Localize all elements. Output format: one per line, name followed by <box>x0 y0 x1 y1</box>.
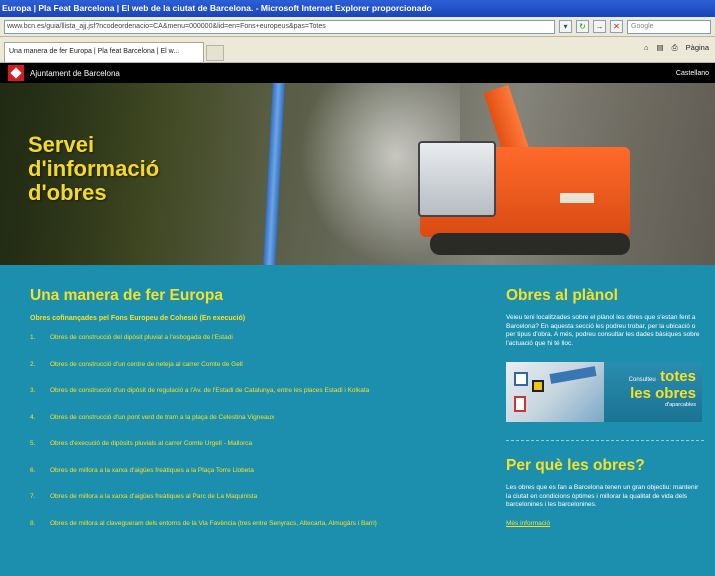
stop-icon[interactable]: ✕ <box>610 20 623 33</box>
command-bar: ⌂ ▤ ⎙ Pàgina <box>644 43 709 53</box>
sign-shape <box>514 372 528 386</box>
list-item[interactable]: 8. Obres de millora al clavegueram dels e… <box>30 519 470 546</box>
content-area: Una manera de fer Europa Obres cofinança… <box>0 265 715 576</box>
item-link[interactable]: Obres d'execució de dipòsits pluvials al… <box>50 439 470 466</box>
sidebar: Obres al plànol Veieu teni localitzades … <box>506 287 704 527</box>
divider <box>506 440 704 441</box>
item-number: 4. <box>30 413 36 421</box>
item-link[interactable]: Obres de millora a la xarxa d'aigües fre… <box>50 492 470 519</box>
search-input[interactable]: Google <box>627 19 711 34</box>
home-icon[interactable]: ⌂ <box>644 43 649 53</box>
map-description: Veieu teni localitzades sobre el plànol … <box>506 314 700 347</box>
feeds-icon[interactable]: ▤ <box>657 43 664 53</box>
why-description: Les obres que es fan a Barcelona tenen u… <box>506 484 699 508</box>
list-item[interactable]: 6. Obres de millora a la xarxa d'aigües f… <box>30 466 470 493</box>
excavator-tracks <box>430 233 630 255</box>
item-number: 5. <box>30 440 36 447</box>
list-item[interactable]: 4. Obres de construcció d'un pont verd de… <box>30 413 470 440</box>
item-link[interactable]: Obres de construcció d'un pont verd de t… <box>50 413 470 440</box>
site-header: Ajuntament de Barcelona Castellano <box>0 63 715 83</box>
hero-title-line3: d'obres <box>28 180 107 205</box>
address-bar: www.bcn.es/guia/llista_ajj.jsf?ncodeorde… <box>0 17 715 37</box>
item-number: 3. <box>30 387 36 394</box>
hero-title: Servei d'informació d'obres <box>28 133 159 205</box>
banner-big-text: totes <box>660 368 696 385</box>
banner-text: Consulteu totes les obres d'aparcables <box>604 362 702 422</box>
list-item[interactable]: 2. Obres de construcció d'un centre de ne… <box>30 360 470 387</box>
tab-active[interactable]: Una manera de fer Europa | Pla feat Barc… <box>4 42 204 62</box>
list-subtitle: Obres cofinançades pel Fons Europeu de C… <box>30 315 246 322</box>
hero-pole <box>263 83 285 265</box>
banner-tiny-text: d'aparcables <box>664 402 696 408</box>
hero-title-line1: Servei <box>28 132 95 157</box>
more-info-link[interactable]: Més informació <box>506 520 704 527</box>
item-number: 8. <box>30 519 36 527</box>
item-number: 1. <box>30 334 36 341</box>
list-item[interactable]: 1. Obres de construcció del dipòsit pluvi… <box>30 333 470 360</box>
banner-big-text-2: les obres <box>630 385 696 402</box>
site-name[interactable]: Ajuntament de Barcelona <box>30 69 120 78</box>
excavator-label <box>560 193 594 203</box>
barcelona-logo-icon[interactable] <box>8 65 24 81</box>
item-link[interactable]: Obres de construcció d'un centre de nete… <box>50 360 470 387</box>
why-heading: Per què les obres? <box>506 457 645 474</box>
banner-small-text: Consulteu <box>628 377 656 383</box>
item-link[interactable]: Obres de millora al clavegueram dels ent… <box>50 519 470 546</box>
main-column: Una manera de fer Europa Obres cofinança… <box>30 287 470 545</box>
sign-shape <box>549 366 597 384</box>
all-works-banner[interactable]: Consulteu totes les obres d'aparcables <box>506 362 702 422</box>
works-list: 1. Obres de construcció del dipòsit pluvi… <box>30 333 470 545</box>
item-number: 7. <box>30 493 36 500</box>
item-number: 2. <box>30 360 36 368</box>
language-link[interactable]: Castellano <box>676 70 709 77</box>
page-menu[interactable]: Pàgina <box>686 43 709 53</box>
dropdown-icon[interactable]: ▾ <box>559 20 572 33</box>
page-title: Una manera de fer Europa <box>30 287 223 304</box>
excavator-cab <box>418 141 496 217</box>
hero-banner: Servei d'informació d'obres <box>0 83 715 265</box>
road-signs-image <box>506 362 604 422</box>
list-item[interactable]: 7. Obres de millora a la xarxa d'aigües f… <box>30 492 470 519</box>
browser-window: Europa | Pla Feat Barcelona | El web de … <box>0 0 715 576</box>
list-item[interactable]: 5. Obres d'execució de dipòsits pluvials … <box>30 439 470 466</box>
item-link[interactable]: Obres de construcció d'un dipòsit de reg… <box>50 386 470 413</box>
hero-title-line2: d'informació <box>28 156 160 181</box>
list-item[interactable]: 3. Obres de construcció d'un dipòsit de r… <box>30 386 470 413</box>
item-link[interactable]: Obres de construcció del dipòsit pluvial… <box>50 333 470 360</box>
refresh-icon[interactable]: ↻ <box>576 20 589 33</box>
item-number: 6. <box>30 466 36 474</box>
new-tab-button[interactable] <box>206 45 224 61</box>
window-title: Europa | Pla Feat Barcelona | El web de … <box>0 0 715 17</box>
map-heading[interactable]: Obres al plànol <box>506 287 704 305</box>
tab-bar: Una manera de fer Europa | Pla feat Barc… <box>0 37 715 63</box>
print-icon[interactable]: ⎙ <box>672 43 678 53</box>
item-link[interactable]: Obres de millora a la xarxa d'aigües fre… <box>50 466 470 493</box>
sign-shape <box>514 396 526 412</box>
go-icon[interactable]: → <box>593 20 606 33</box>
sign-shape <box>532 380 544 392</box>
address-input[interactable]: www.bcn.es/guia/llista_ajj.jsf?ncodeorde… <box>4 19 555 34</box>
